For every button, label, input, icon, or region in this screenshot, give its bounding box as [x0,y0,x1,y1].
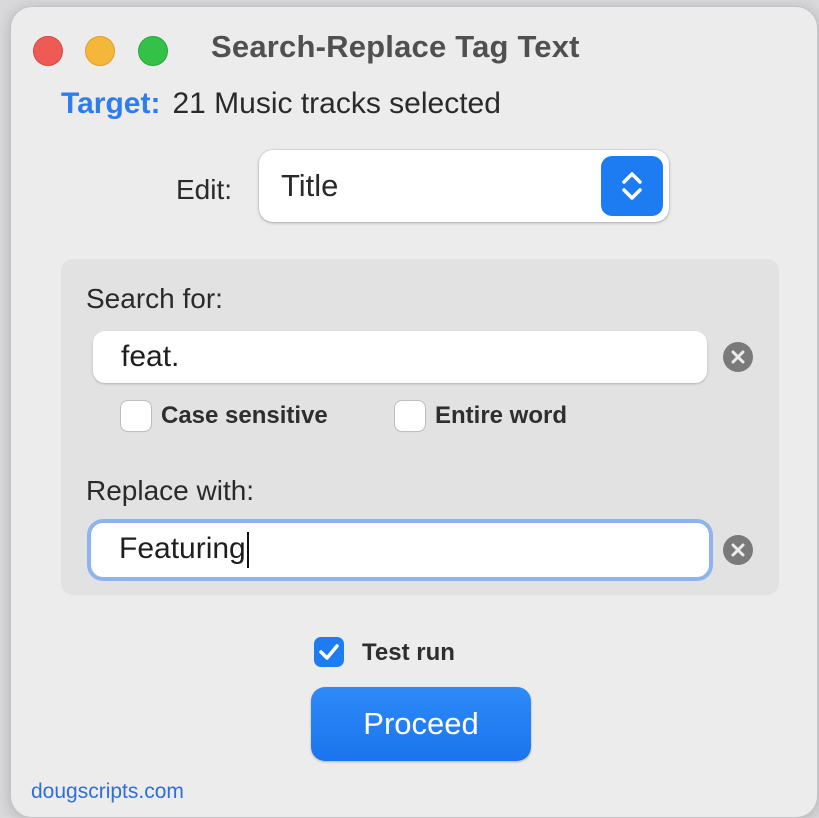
entire-word-label[interactable]: Entire word [435,402,567,430]
edit-label: Edit: [176,174,233,205]
clear-x-icon [731,350,745,364]
replace-input[interactable]: Featuring [91,523,709,577]
case-sensitive-checkbox[interactable] [121,401,151,431]
dialog-window: Search-Replace Tag Text Target: 21 Music … [10,6,818,818]
test-run-label[interactable]: Test run [362,639,455,667]
window-title: Search-Replace Tag Text [211,29,580,64]
clear-search-button[interactable] [723,342,753,372]
target-label: Target: [61,87,161,120]
proceed-button[interactable]: Proceed [311,687,531,761]
chevron-up-down-icon [622,172,642,200]
target-value: 21 Music tracks selected [172,87,501,120]
edit-field-value: Title [281,168,339,203]
clear-replace-button[interactable] [723,535,753,565]
search-replace-group: Search for: feat. Case sensitive Entire … [61,259,779,595]
replace-input-value: Featuring [119,532,246,565]
zoom-window-icon[interactable] [138,36,168,66]
entire-word-checkbox[interactable] [395,401,425,431]
search-input[interactable]: feat. [93,331,707,383]
target-row: Target: 21 Music tracks selected [61,87,501,121]
text-caret [246,532,249,569]
search-for-label: Search for: [86,283,223,314]
search-input-value: feat. [121,340,180,373]
minimize-window-icon[interactable] [85,36,115,66]
clear-x-icon [731,543,745,557]
checkmark-icon [319,644,339,660]
edit-field-popup[interactable]: Title [259,150,669,222]
test-run-checkbox[interactable] [314,637,344,667]
dougscripts-link[interactable]: dougscripts.com [31,780,184,804]
case-sensitive-label[interactable]: Case sensitive [161,402,328,430]
popup-stepper[interactable] [601,156,663,216]
title-bar[interactable]: Search-Replace Tag Text [11,7,817,87]
close-window-icon[interactable] [33,36,63,66]
replace-with-label: Replace with: [86,475,255,506]
